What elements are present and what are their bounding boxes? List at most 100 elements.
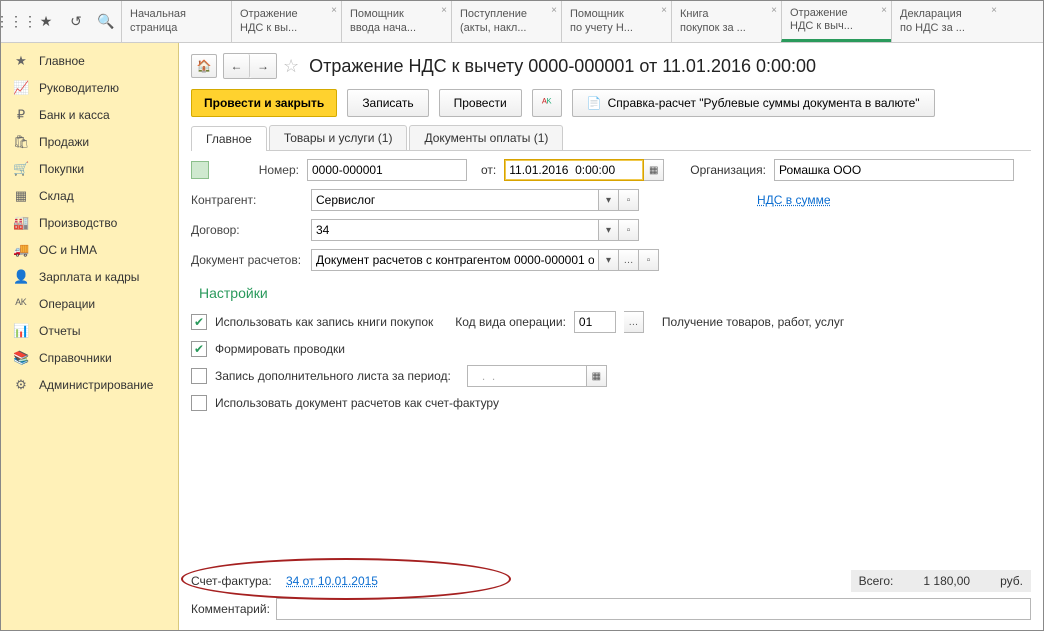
tab-line2: ввода нача... [350,22,443,35]
ellipsis-icon[interactable]: … [619,249,639,271]
sidebar-item-label: Главное [39,54,85,68]
close-icon[interactable]: × [661,5,667,17]
tab-main[interactable]: Главное [191,126,267,151]
purchase-book-checkbox[interactable]: ✔ [191,314,207,330]
close-icon[interactable]: × [771,5,777,17]
post-button[interactable]: Провести [439,89,522,117]
currency-label: руб. [1000,574,1023,588]
tab-line2: НДС к вы... [240,22,333,35]
top-toolbar: ⋮⋮⋮ ★ ↺ 🔍 НачальнаястраницаОтражениеНДС … [1,1,1043,43]
sidebar-item[interactable]: 🏭Производство [1,209,178,236]
star-icon[interactable]: ☆ [283,56,299,77]
tab-line2: по учету Н... [570,22,663,35]
use-as-invoice-checkbox[interactable] [191,395,207,411]
sidebar-item-label: Продажи [39,135,89,149]
sidebar-item-label: Руководителю [39,81,119,95]
sidebar-icon: 📈 [13,80,29,96]
sidebar-icon: ⚙ [13,377,29,393]
write-button[interactable]: Записать [347,89,428,117]
total-box: Всего: 1 180,00 руб. [851,570,1031,592]
operation-kind-label: Код вида операции: [455,315,566,329]
sidebar-item[interactable]: 📚Справочники [1,344,178,371]
window-tab[interactable]: Начальнаястраница [121,1,231,42]
forward-button[interactable]: → [250,54,276,78]
calendar-icon[interactable]: ▦ [587,365,607,387]
tab-payments[interactable]: Документы оплаты (1) [409,125,563,150]
dropdown-icon[interactable]: ▾ [599,249,619,271]
open-icon[interactable]: ▫ [619,189,639,211]
ellipsis-icon[interactable]: … [624,311,644,333]
window-tab[interactable]: Поступление(акты, накл... × [451,1,561,42]
back-button[interactable]: ← [224,54,250,78]
invoice-link[interactable]: 34 от 10.01.2015 [286,574,378,588]
additional-sheet-checkbox[interactable] [191,368,207,384]
dt-kt-button[interactable]: ᴬᴷ [532,89,562,117]
org-label: Организация: [690,163,766,177]
vat-mode-link[interactable]: НДС в сумме [757,193,831,207]
dropdown-icon[interactable]: ▾ [599,189,619,211]
sidebar-icon: 🏭 [13,215,29,231]
window-tab[interactable]: Книгапокупок за ...× [671,1,781,42]
window-tab[interactable]: ОтражениеНДС к вы...× [231,1,341,42]
close-icon[interactable]: × [881,5,887,17]
form-postings-checkbox[interactable]: ✔ [191,341,207,357]
total-label: Всего: [859,574,894,588]
post-and-close-button[interactable]: Провести и закрыть [191,89,337,117]
number-field[interactable] [307,159,467,181]
calendar-icon[interactable]: ▦ [644,159,664,181]
history-icon[interactable]: ↺ [61,1,91,42]
window-tab[interactable]: Помощникпо учету Н...× [561,1,671,42]
close-icon[interactable]: × [441,5,447,17]
open-icon[interactable]: ▫ [639,249,659,271]
sidebar-item[interactable]: 📈 Руководителю [1,74,178,101]
window-tab[interactable]: Помощникввода нача...× [341,1,451,42]
open-icon[interactable]: ▫ [619,219,639,241]
total-amount: 1 180,00 [923,574,970,588]
sidebar-item[interactable]: ★Главное [1,47,178,74]
settlement-doc-field[interactable] [311,249,599,271]
sidebar-icon: 📚 [13,350,29,366]
search-icon[interactable]: 🔍 [91,1,121,42]
period-field[interactable] [467,365,587,387]
comment-label: Комментарий: [191,602,276,616]
operation-kind-field[interactable] [574,311,616,333]
contract-field[interactable] [311,219,599,241]
tab-goods[interactable]: Товары и услуги (1) [269,125,408,150]
dropdown-icon[interactable]: ▾ [599,219,619,241]
report-button[interactable]: 📄 Справка-расчет "Рублевые суммы докумен… [572,89,935,117]
sidebar-item[interactable]: 🛒Покупки [1,155,178,182]
comment-field[interactable] [276,598,1031,620]
close-icon[interactable]: × [991,5,997,17]
tab-line1: Поступление [460,8,553,21]
org-field[interactable] [774,159,1014,181]
sidebar-icon: 🛍 [13,134,29,150]
contract-label: Договор: [191,223,303,237]
sidebar-item[interactable]: 🛍 Продажи [1,128,178,155]
home-button[interactable]: 🏠 [191,54,217,78]
window-tab[interactable]: Декларацияпо НДС за ...× [891,1,1001,42]
contractor-field[interactable] [311,189,599,211]
sidebar-item-label: Администрирование [39,378,153,392]
sidebar-item[interactable]: ₽Банк и касса [1,101,178,128]
settings-header: Настройки [199,285,1031,301]
sidebar-item[interactable]: 📊Отчеты [1,317,178,344]
content-area: 🏠 ← → ☆ Отражение НДС к вычету 0000-0000… [179,43,1043,630]
use-as-invoice-label: Использовать документ расчетов как счет-… [215,396,499,410]
sidebar-item[interactable]: ᴬᴷОперации [1,290,178,317]
favorite-icon[interactable]: ★ [31,1,61,42]
tab-line2: по НДС за ... [900,22,993,35]
close-icon[interactable]: × [331,5,337,17]
date-field[interactable] [504,159,644,181]
close-icon[interactable]: × [551,5,557,17]
window-tab[interactable]: ОтражениеНДС к выч...× [781,1,891,42]
tab-line2: (акты, накл... [460,22,553,35]
sidebar-item-label: Зарплата и кадры [39,270,139,284]
tab-line1: Отражение [790,7,883,20]
sidebar-item[interactable]: 🚚ОС и НМА [1,236,178,263]
sidebar-item[interactable]: 👤Зарплата и кадры [1,263,178,290]
sidebar-item[interactable]: ▦Склад [1,182,178,209]
apps-icon[interactable]: ⋮⋮⋮ [1,1,31,42]
sidebar-icon: ₽ [13,107,29,123]
date-label: от: [481,163,496,177]
sidebar-item[interactable]: ⚙ Администрирование [1,371,178,398]
